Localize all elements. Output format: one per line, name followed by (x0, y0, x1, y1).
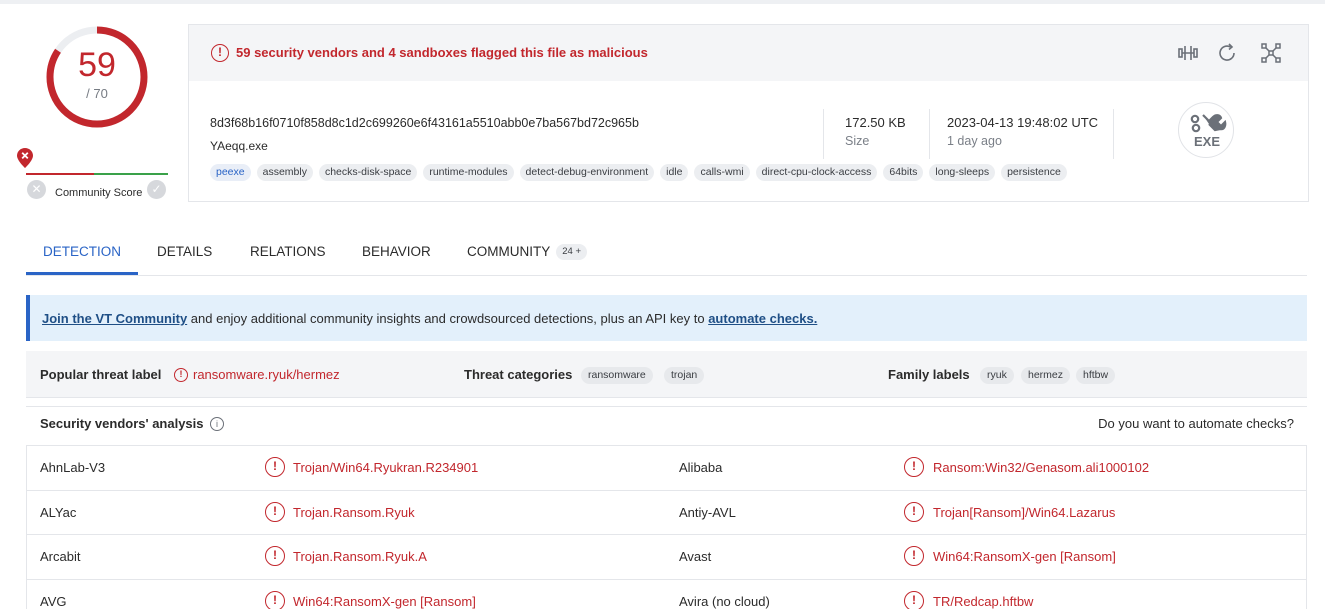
automate-checks-link[interactable]: automate checks. (708, 311, 817, 326)
divider (1113, 109, 1114, 159)
tab-detection[interactable]: DETECTION (26, 236, 138, 275)
alert-circle-icon: ! (904, 501, 924, 522)
vendor-result: Win64:RansomX-gen [Ransom] (933, 549, 1116, 564)
tab-community[interactable]: COMMUNITY 24 + (467, 236, 588, 275)
vote-harmless-icon[interactable]: ✓ (147, 180, 166, 199)
family-label-pill[interactable]: ryuk (980, 367, 1014, 384)
detection-score-gauge: 59 / 70 (40, 20, 154, 134)
file-hash[interactable]: 8d3f68b16f0710f858d8c1d2c699260e6f43161a… (210, 116, 639, 130)
alert-circle-icon: ! (904, 590, 924, 609)
vote-harmful-icon[interactable]: ✕ (27, 180, 46, 199)
detection-total: / 70 (86, 86, 108, 101)
file-tag[interactable]: persistence (1001, 164, 1067, 181)
popular-threat-label: Popular threat label (40, 367, 162, 382)
file-tag[interactable]: calls-wmi (694, 164, 750, 181)
popular-threat-value[interactable]: ransomware.ryuk/hermez (193, 367, 340, 382)
community-banner: Join the VT Community and enjoy addition… (26, 295, 1307, 341)
vendor-result: TR/Redcap.hftbw (933, 593, 1034, 609)
tab-details[interactable]: DETAILS (157, 236, 212, 275)
alert-circle-icon: ! (265, 546, 285, 566)
alert-circle-icon: ! (904, 457, 924, 477)
vendors-title: Security vendors' analysis (40, 416, 204, 431)
threat-category-pill[interactable]: trojan (664, 367, 705, 384)
file-tag[interactable]: detect-debug-environment (519, 164, 655, 181)
table-row: Arcabit ! Trojan.Ransom.Ryuk.A Avast ! W… (27, 535, 1306, 580)
file-tag[interactable]: 64bits (883, 164, 924, 181)
file-tag[interactable]: runtime-modules (423, 164, 514, 181)
alert-circle-icon: ! (904, 546, 924, 566)
reanalyze-icon[interactable] (1215, 41, 1239, 65)
file-size: 172.50 KB (845, 115, 906, 130)
vendor-name: AVG (40, 593, 67, 609)
vendor-name: AhnLab-V3 (40, 460, 106, 475)
vendor-result: Trojan.Ransom.Ryuk (293, 504, 415, 520)
vendor-name: Antiy-AVL (679, 504, 736, 520)
table-row: AVG ! Win64:RansomX-gen [Ransom] Avira (… (27, 580, 1306, 609)
file-type-label: EXE (1193, 134, 1220, 149)
alert-circle-icon: ! (265, 457, 285, 477)
detection-count: 59 (78, 46, 116, 84)
vendor-name: ALYac (40, 504, 77, 520)
vendor-name: Avira (no cloud) (679, 593, 770, 609)
divider (823, 109, 824, 159)
exe-file-type-icon: EXE (1178, 102, 1234, 158)
vendor-result: Trojan/Win64.Ryukran.R234901 (293, 460, 479, 475)
file-name: YAeqq.exe (210, 139, 268, 153)
join-community-link[interactable]: Join the VT Community (42, 311, 187, 326)
threat-summary: Popular threat label ! ransomware.ryuk/h… (26, 351, 1307, 398)
vendor-result: Ransom:Win32/Genasom.ali1000102 (933, 460, 1150, 475)
table-row: ALYac ! Trojan.Ransom.Ryuk Antiy-AVL ! T… (27, 491, 1306, 535)
threat-category-pill[interactable]: ransomware (581, 367, 653, 384)
banner-text: and enjoy additional community insights … (187, 311, 709, 326)
community-score: ✕ Community Score ✓ (16, 148, 176, 208)
info-icon[interactable]: i (210, 417, 224, 431)
community-bar-negative (26, 173, 94, 175)
analysis-date: 2023-04-13 19:48:02 UTC (947, 115, 1099, 130)
top-border (0, 0, 1325, 4)
tab-behavior[interactable]: BEHAVIOR (362, 236, 431, 275)
map-pin-icon (17, 148, 33, 168)
family-labels-label: Family labels (888, 367, 970, 382)
threat-categories-label: Threat categories (464, 367, 573, 382)
automate-checks-prompt[interactable]: Do you want to automate checks? (1098, 416, 1294, 431)
vendor-name: Avast (679, 549, 712, 564)
alert-circle-icon: ! (211, 44, 229, 62)
vendor-name: Arcabit (40, 549, 81, 564)
file-tag[interactable]: assembly (256, 164, 313, 181)
alert-circle-icon: ! (174, 368, 188, 382)
table-row: AhnLab-V3 ! Trojan/Win64.Ryukran.R234901… (27, 446, 1306, 491)
file-tag[interactable]: idle (660, 164, 689, 181)
file-summary-card: ! 59 security vendors and 4 sandboxes fl… (188, 24, 1309, 202)
file-tag[interactable]: long-sleeps (929, 164, 996, 181)
alert-circle-icon: ! (265, 590, 285, 609)
file-tag[interactable]: direct-cpu-clock-access (755, 164, 878, 181)
vendor-name: Alibaba (679, 460, 723, 475)
community-count-badge: 24 + (556, 244, 588, 261)
detection-alert-bar: ! 59 security vendors and 4 sandboxes fl… (189, 25, 1308, 81)
analysis-date-relative: 1 day ago (947, 134, 1002, 148)
main-tabs: DETECTION DETAILS RELATIONS BEHAVIOR COM… (26, 236, 1307, 276)
community-bar-positive (94, 173, 168, 175)
vendor-result: Win64:RansomX-gen [Ransom] (293, 593, 476, 609)
vendor-result: Trojan.Ransom.Ryuk.A (293, 549, 427, 564)
file-tag[interactable]: peexe (210, 164, 251, 181)
file-size-label: Size (845, 134, 870, 148)
file-tag[interactable]: checks-disk-space (318, 164, 418, 181)
file-tags: peexe assembly checks-disk-space runtime-mo… (210, 164, 1067, 181)
tab-relations[interactable]: RELATIONS (250, 236, 326, 275)
detection-alert-text: 59 security vendors and 4 sandboxes flag… (236, 45, 648, 60)
vendor-result: Trojan[Ransom]/Win64.Lazarus (933, 504, 1116, 520)
community-score-label: Community Score (55, 187, 143, 199)
alert-circle-icon: ! (265, 501, 285, 522)
graph-icon[interactable] (1259, 41, 1283, 65)
family-label-pill[interactable]: hftbw (1076, 367, 1116, 384)
family-label-pill[interactable]: hermez (1021, 367, 1071, 384)
vendors-header: Security vendors' analysis i Do you want… (26, 406, 1307, 440)
divider (929, 109, 930, 159)
vendors-table: AhnLab-V3 ! Trojan/Win64.Ryukran.R234901… (26, 445, 1307, 609)
compare-icon[interactable] (1176, 41, 1200, 65)
